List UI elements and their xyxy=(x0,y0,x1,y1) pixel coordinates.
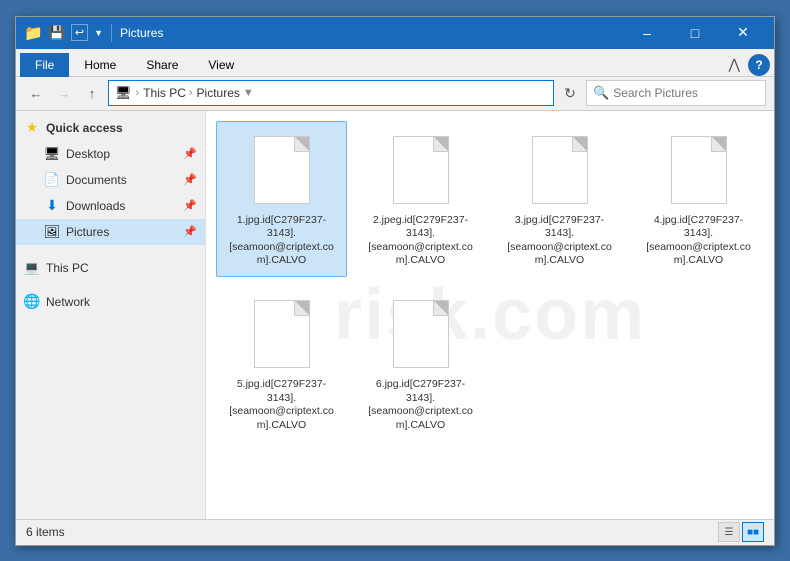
file-item[interactable]: 3.jpg.id[C279F237-3143].[seamoon@criptex… xyxy=(494,121,625,278)
titlebar-dropdown-icon[interactable]: ▼ xyxy=(94,28,103,38)
sidebar-network-label: Network xyxy=(46,295,197,309)
sidebar-quick-access-label: Quick access xyxy=(46,121,197,135)
quick-access-icon: ★ xyxy=(24,120,40,136)
file-icon-4 xyxy=(671,136,727,204)
titlebar-folder-icon: 📁 xyxy=(24,24,43,42)
file-icon-6 xyxy=(393,300,449,368)
file-icon-wrapper xyxy=(663,130,735,210)
refresh-button[interactable]: ↻ xyxy=(558,81,582,105)
downloads-icon: ⬇ xyxy=(44,198,60,214)
up-button[interactable]: ↑ xyxy=(80,81,104,105)
network-icon: 🌐 xyxy=(24,294,40,310)
sidebar: ★ Quick access 🖥 Desktop 📌 📄 Documents xyxy=(16,111,206,519)
help-button[interactable]: ? xyxy=(748,54,770,76)
sidebar-item-pictures[interactable]: 🖼 Pictures 📌 xyxy=(16,219,205,245)
file-icon-3 xyxy=(532,136,588,204)
title-bar: 📁 💾 ↩ ▼ Pictures – □ ✕ xyxy=(16,17,774,49)
thispc-icon: 💻 xyxy=(24,260,40,276)
window-title: Pictures xyxy=(120,26,624,40)
sidebar-desktop-label: Desktop xyxy=(66,147,177,161)
back-button[interactable]: ← xyxy=(24,81,48,105)
tab-home[interactable]: Home xyxy=(69,53,131,77)
main-area: ★ Quick access 🖥 Desktop 📌 📄 Documents xyxy=(16,111,774,519)
file-name-2: 2.jpeg.id[C279F237-3143].[seamoon@cripte… xyxy=(366,214,476,269)
breadcrumb-folder-icon: 🖥 xyxy=(115,85,132,101)
sidebar-item-quick-access[interactable]: ★ Quick access xyxy=(16,115,205,141)
tab-share[interactable]: Share xyxy=(131,53,193,77)
file-item[interactable]: 2.jpeg.id[C279F237-3143].[seamoon@cripte… xyxy=(355,121,486,278)
maximize-button[interactable]: □ xyxy=(672,17,718,49)
sidebar-downloads-label: Downloads xyxy=(66,199,177,213)
breadcrumb-dropdown-2[interactable]: ▼ xyxy=(243,87,254,99)
file-icon-wrapper xyxy=(385,294,457,374)
sidebar-item-thispc[interactable]: 💻 This PC xyxy=(16,255,205,281)
breadcrumb-pictures[interactable]: Pictures ▼ xyxy=(197,86,254,100)
forward-button[interactable]: → xyxy=(52,81,76,105)
search-input[interactable] xyxy=(613,86,768,100)
breadcrumb-sep-1: › xyxy=(136,87,140,99)
file-icon-2 xyxy=(393,136,449,204)
file-item[interactable]: 6.jpg.id[C279F237-3143].[seamoon@criptex… xyxy=(355,285,486,442)
file-item[interactable]: 5.jpg.id[C279F237-3143].[seamoon@criptex… xyxy=(216,285,347,442)
sidebar-thispc-label: This PC xyxy=(46,261,197,275)
large-icon-view-button[interactable]: ■■ xyxy=(742,522,764,542)
address-bar: ← → ↑ 🖥 › This PC › Pictures ▼ ↻ 🔍 xyxy=(16,77,774,111)
search-icon: 🔍 xyxy=(593,85,609,101)
minimize-button[interactable]: – xyxy=(624,17,670,49)
status-item-count: 6 items xyxy=(26,525,718,539)
sidebar-item-downloads[interactable]: ⬇ Downloads 📌 xyxy=(16,193,205,219)
titlebar-undo-icon[interactable]: ↩ xyxy=(71,24,88,41)
ribbon-tabs: File Home Share View ⋀ ? xyxy=(16,49,774,77)
file-icon-wrapper xyxy=(246,294,318,374)
pin-icon-documents: 📌 xyxy=(183,173,197,186)
sidebar-pictures-label: Pictures xyxy=(66,225,177,239)
pin-icon-desktop: 📌 xyxy=(183,147,197,160)
breadcrumb-dropdown-1[interactable]: › xyxy=(189,87,193,99)
file-name-4: 4.jpg.id[C279F237-3143].[seamoon@criptex… xyxy=(644,214,754,269)
search-bar[interactable]: 🔍 xyxy=(586,80,766,106)
sidebar-item-documents[interactable]: 📄 Documents 📌 xyxy=(16,167,205,193)
file-icon-wrapper xyxy=(524,130,596,210)
file-item[interactable]: 4.jpg.id[C279F237-3143].[seamoon@criptex… xyxy=(633,121,764,278)
breadcrumb[interactable]: 🖥 › This PC › Pictures ▼ xyxy=(108,80,554,106)
file-name-6: 6.jpg.id[C279F237-3143].[seamoon@criptex… xyxy=(366,378,476,433)
file-item[interactable]: 1.jpg.id[C279F237-3143].[seamoon@criptex… xyxy=(216,121,347,278)
view-toggle-buttons: ☰ ■■ xyxy=(718,522,764,542)
file-icon-5 xyxy=(254,300,310,368)
explorer-window: 📁 💾 ↩ ▼ Pictures – □ ✕ File Home Share V… xyxy=(15,16,775,546)
file-icon-wrapper xyxy=(385,130,457,210)
list-view-button[interactable]: ☰ xyxy=(718,522,740,542)
breadcrumb-thispc[interactable]: This PC › xyxy=(143,86,192,100)
desktop-icon: 🖥 xyxy=(44,146,60,162)
files-grid: 1.jpg.id[C279F237-3143].[seamoon@criptex… xyxy=(216,121,764,442)
status-bar: 6 items ☰ ■■ xyxy=(16,519,774,545)
file-name-1: 1.jpg.id[C279F237-3143].[seamoon@criptex… xyxy=(227,214,337,269)
ribbon-collapse-button[interactable]: ⋀ xyxy=(725,54,744,75)
quick-access-toolbar: 📁 💾 ↩ ▼ xyxy=(24,24,103,42)
sidebar-item-network[interactable]: 🌐 Network xyxy=(16,289,205,315)
file-area: risk.com 1.jpg.id[C279F237-3143].[seamoo… xyxy=(206,111,774,519)
tab-file[interactable]: File xyxy=(20,53,69,77)
pin-icon-downloads: 📌 xyxy=(183,199,197,212)
file-icon-1 xyxy=(254,136,310,204)
documents-icon: 📄 xyxy=(44,172,60,188)
window-controls: – □ ✕ xyxy=(624,17,766,49)
sidebar-documents-label: Documents xyxy=(66,173,177,187)
file-icon-wrapper xyxy=(246,130,318,210)
pin-icon-pictures: 📌 xyxy=(183,225,197,238)
titlebar-save-icon[interactable]: 💾 xyxy=(49,25,65,41)
file-name-5: 5.jpg.id[C279F237-3143].[seamoon@criptex… xyxy=(227,378,337,433)
sidebar-item-desktop[interactable]: 🖥 Desktop 📌 xyxy=(16,141,205,167)
file-name-3: 3.jpg.id[C279F237-3143].[seamoon@criptex… xyxy=(505,214,615,269)
close-button[interactable]: ✕ xyxy=(720,17,766,49)
tab-view[interactable]: View xyxy=(193,53,249,77)
pictures-icon: 🖼 xyxy=(44,224,60,240)
